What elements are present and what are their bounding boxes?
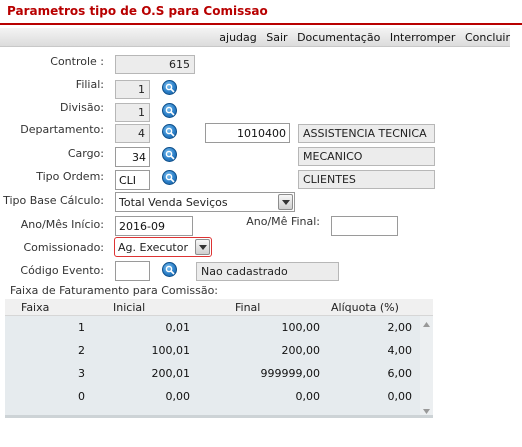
grid-vertical-scrollbar[interactable] <box>420 316 433 418</box>
tipo-ordem-lookup-button[interactable] <box>162 170 177 185</box>
divisao-lookup-button[interactable] <box>162 103 177 118</box>
interrupt-link[interactable]: Interromper <box>390 31 456 44</box>
tipo-base-value: Total Venda Seviços <box>119 196 228 209</box>
cell-inicial: 100,01 <box>151 344 191 357</box>
ano-mes-final-input[interactable] <box>331 216 398 236</box>
cell-inicial: 0,00 <box>165 390 191 403</box>
column-header-final[interactable]: Final <box>235 301 260 314</box>
toolbar: ajudag Sair Documentação Interromper Con… <box>0 28 510 47</box>
filial-label: Filial: <box>75 78 104 91</box>
cell-aliquota: 2,00 <box>387 321 413 334</box>
grid-header: Faixa Inicial Final Alíquota (%) <box>5 299 433 316</box>
exit-link[interactable]: Sair <box>266 31 287 44</box>
cell-aliquota: 4,00 <box>387 344 413 357</box>
cargo-lookup-button[interactable] <box>162 147 177 162</box>
table-row[interactable]: 3 200,01 999999,00 6,00 <box>5 362 420 385</box>
chevron-down-icon <box>282 200 290 205</box>
cell-final: 100,00 <box>281 321 321 334</box>
comissionado-value: Ag. Executor <box>118 241 188 254</box>
comissionado-select[interactable]: Ag. Executor <box>114 237 212 257</box>
magnifier-icon <box>165 265 175 275</box>
tipo-ordem-name-field: CLIENTES <box>298 170 435 189</box>
conclude-link[interactable]: Concluir <box>465 31 510 44</box>
scroll-up-arrow-icon[interactable] <box>423 322 430 327</box>
cell-aliquota: 0,00 <box>387 390 413 403</box>
scroll-down-arrow-icon[interactable] <box>423 409 430 414</box>
table-row[interactable]: 1 0,01 100,00 2,00 <box>5 316 420 339</box>
column-header-faixa[interactable]: Faixa <box>21 301 49 314</box>
tipo-base-select[interactable]: Total Venda Seviços <box>115 192 295 212</box>
magnifier-icon <box>165 127 175 137</box>
codigo-evento-input[interactable] <box>115 261 150 281</box>
divisao-field: 1 <box>115 103 150 122</box>
filial-field: 1 <box>115 80 150 99</box>
cell-faixa: 2 <box>78 344 85 357</box>
controle-field: 615 <box>115 55 195 74</box>
grid-bottom-bar <box>5 415 433 418</box>
codigo-evento-label: Código Evento: <box>20 264 104 277</box>
magnifier-icon <box>165 83 175 93</box>
help-link[interactable]: ajudag <box>219 31 256 44</box>
controle-label: Controle : <box>50 55 104 68</box>
chevron-down-icon <box>199 245 207 250</box>
ano-mes-inicio-input[interactable]: 2016-09 <box>115 216 193 236</box>
title-divider <box>0 23 522 25</box>
ano-mes-inicio-label: Ano/Mês Início: <box>20 218 104 231</box>
cell-faixa: 1 <box>78 321 85 334</box>
tipo-ordem-label: Tipo Ordem: <box>36 170 104 183</box>
cell-final: 200,00 <box>281 344 321 357</box>
documentation-link[interactable]: Documentação <box>297 31 380 44</box>
departamento-code-input[interactable]: 1010400 <box>205 123 290 143</box>
toolbar-links: ajudag Sair Documentação Interromper Con… <box>213 31 510 44</box>
cell-faixa: 3 <box>78 367 85 380</box>
cargo-label: Cargo: <box>67 147 104 160</box>
magnifier-icon <box>165 150 175 160</box>
comissionado-label: Comissionado: <box>23 241 104 254</box>
codigo-evento-name-field: Nao cadastrado <box>196 262 339 281</box>
comissionado-dropdown-button[interactable] <box>195 239 210 255</box>
faixa-grid: Faixa Inicial Final Alíquota (%) 1 0,01 … <box>5 299 433 418</box>
cell-faixa: 0 <box>78 390 85 403</box>
tipo-base-dropdown-button[interactable] <box>278 194 293 210</box>
filial-lookup-button[interactable] <box>162 80 177 95</box>
ano-mes-final-label: Ano/Mê Final: <box>246 215 320 228</box>
codigo-evento-lookup-button[interactable] <box>162 262 177 277</box>
departamento-field: 4 <box>115 124 150 143</box>
column-header-aliquota[interactable]: Alíquota (%) <box>331 301 399 314</box>
page-title: Parametros tipo de O.S para Comissao <box>7 4 268 18</box>
cargo-name-field: MECANICO <box>298 147 435 166</box>
column-header-inicial[interactable]: Inicial <box>113 301 145 314</box>
departamento-lookup-button[interactable] <box>162 124 177 139</box>
magnifier-icon <box>165 173 175 183</box>
tipo-ordem-input[interactable]: CLI <box>115 170 150 190</box>
departamento-name-field: ASSISTENCIA TECNICA <box>298 124 435 143</box>
cell-aliquota: 6,00 <box>387 367 413 380</box>
magnifier-icon <box>165 106 175 116</box>
table-row[interactable]: 2 100,01 200,00 4,00 <box>5 339 420 362</box>
tipo-base-label: Tipo Base Cálculo: <box>3 194 104 207</box>
cell-inicial: 200,01 <box>151 367 191 380</box>
cell-inicial: 0,01 <box>165 321 191 334</box>
cell-final: 0,00 <box>295 390 321 403</box>
cell-final: 999999,00 <box>260 367 321 380</box>
faixa-section-label: Faixa de Faturamento para Comissão: <box>10 284 219 297</box>
departamento-label: Departamento: <box>20 123 104 136</box>
divisao-label: Divisão: <box>60 101 104 114</box>
cargo-input[interactable]: 34 <box>115 147 150 167</box>
table-row[interactable]: 0 0,00 0,00 0,00 <box>5 385 420 408</box>
